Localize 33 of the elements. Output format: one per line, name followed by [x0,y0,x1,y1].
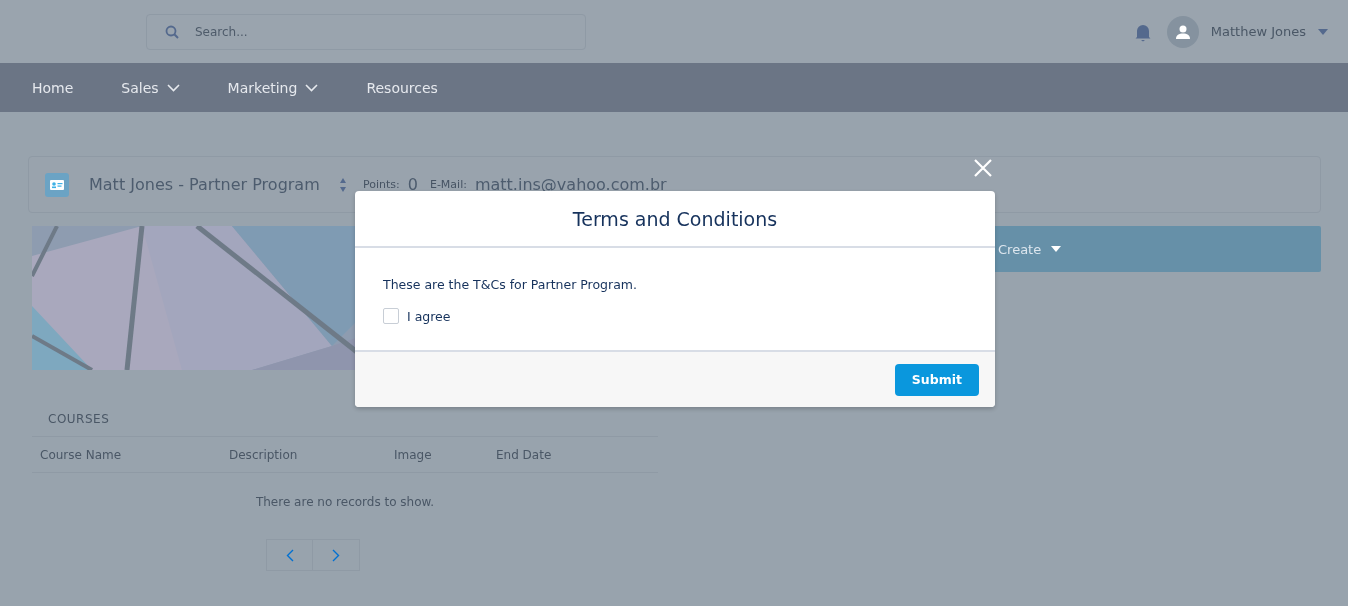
submit-button[interactable]: Submit [894,363,979,396]
email-value: matt.ins@vahoo.com.br [474,175,667,194]
column-header: End Date [496,447,553,462]
points-value: 0 [407,175,418,194]
nav-item[interactable]: Home [32,79,74,96]
next-page-button[interactable] [313,539,360,571]
avatar-icon[interactable] [1166,15,1199,48]
previous-page-button[interactable] [266,539,313,571]
caret-down-icon [1051,246,1062,252]
points-label: Points: [363,178,400,191]
modal-text: These are the T&Cs for Partner Program. [383,277,638,292]
chevron-right-icon [332,548,340,562]
user-name[interactable]: Matthew Jones [1210,24,1306,39]
checkbox[interactable] [383,308,399,324]
contact-card-icon [45,172,69,197]
checkbox-label[interactable]: I agree [407,308,451,324]
email-label: E-Mail: [429,178,467,191]
empty-message: There are no records to show. [254,494,436,511]
column-header: Image [394,447,433,462]
nav-item[interactable]: Sales [121,79,180,96]
column-header: Course Name [40,447,123,462]
modal-title: Terms and Conditions [572,207,778,230]
nav-item[interactable]: Marketing [227,79,319,96]
sort-icon[interactable] [339,176,347,193]
nav-item[interactable]: Resources [366,79,438,96]
caret-down-icon[interactable] [1318,28,1328,35]
chevron-left-icon [285,548,294,562]
search-field[interactable]: Search... [146,13,586,50]
search-icon [165,24,179,39]
search-input[interactable]: Search... [193,23,553,40]
record-title: Matt Jones - Partner Program [89,175,321,194]
close-icon [974,159,992,177]
column-header: Description [229,447,299,462]
